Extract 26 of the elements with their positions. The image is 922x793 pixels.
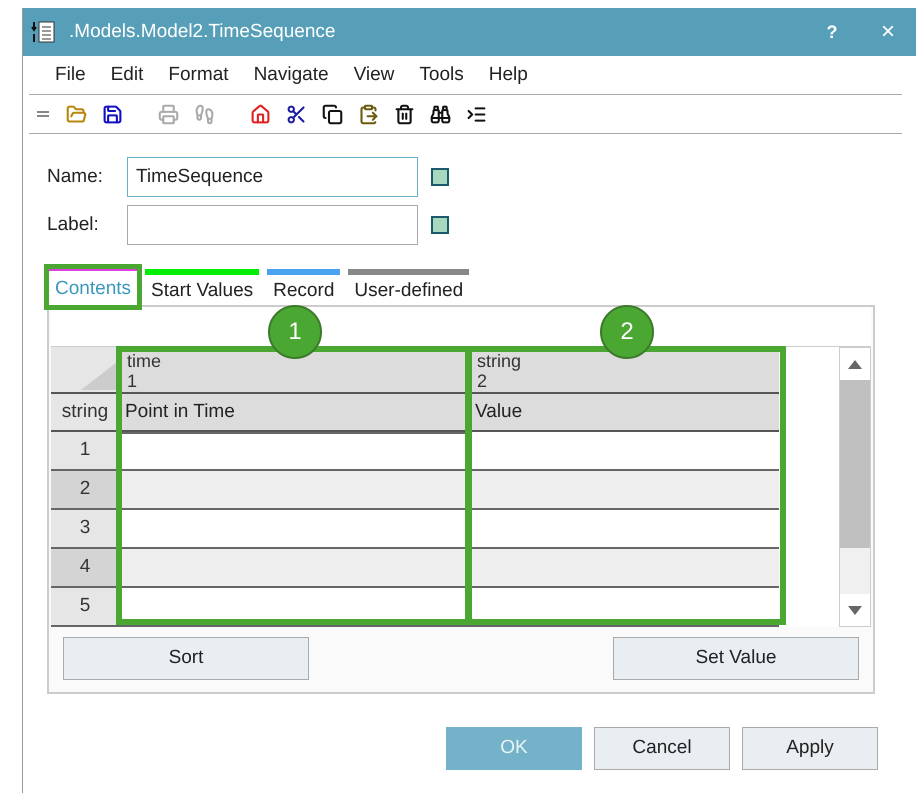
row-number: 3 — [51, 510, 119, 549]
row-number: 4 — [51, 549, 119, 588]
row-header: string — [51, 394, 119, 432]
column-name: Value — [469, 394, 779, 432]
column-type: string — [477, 351, 522, 371]
menu-item[interactable]: Help — [488, 60, 528, 90]
panel-button[interactable]: Set Value — [613, 637, 859, 680]
menu-item[interactable]: Edit — [110, 60, 144, 90]
field-label: Name: — [47, 164, 104, 189]
text-field[interactable]: TimeSequence — [127, 157, 418, 197]
panel-button[interactable]: Sort — [63, 637, 309, 680]
menu-item[interactable]: File — [55, 60, 86, 90]
menu-item[interactable]: Format — [168, 60, 229, 90]
row-number: 1 — [51, 432, 119, 471]
column-index: 2 — [477, 371, 488, 391]
column-type: time — [127, 351, 162, 371]
menu-item[interactable]: Tools — [419, 60, 464, 90]
window-title: .Models.Model2.TimeSequence — [69, 20, 336, 44]
row-number: 2 — [51, 471, 119, 510]
menu-item[interactable]: View — [354, 60, 394, 90]
row-number: 5 — [51, 588, 119, 627]
field-label: Label: — [47, 212, 100, 237]
column-index: 1 — [127, 371, 138, 391]
dialog-button[interactable]: Cancel — [594, 727, 730, 770]
dialog-button[interactable]: Apply — [742, 727, 878, 770]
menu-item[interactable]: Navigate — [254, 60, 329, 90]
